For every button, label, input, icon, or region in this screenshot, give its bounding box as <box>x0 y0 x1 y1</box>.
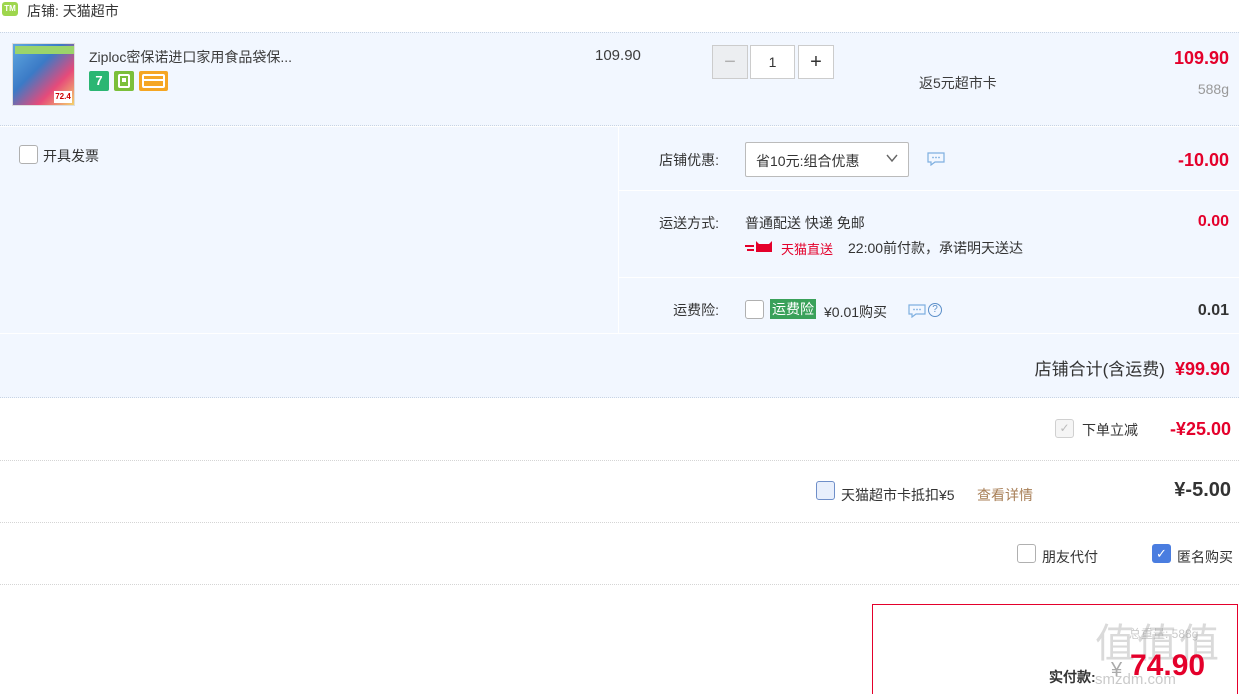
order-reduction-amount: -¥25.00 <box>1169 419 1231 439</box>
watermark-url: smzdm.com <box>1095 671 1176 688</box>
order-options-panel: 开具发票 店铺优惠: 省10元:组合优惠 -10.00 运送方式: 普通配送 快… <box>0 127 1239 398</box>
friend-pay-checkbox[interactable] <box>1017 544 1036 563</box>
tmall-shop-icon: TM <box>2 2 18 16</box>
supermarket-card-checkbox[interactable] <box>816 481 835 500</box>
shop-discount-value: 省10元:组合优惠 <box>756 153 860 169</box>
tmall-cat-icon <box>745 241 772 252</box>
shop-total: 店铺合计(含运费) ¥99.90 <box>1035 355 1230 380</box>
order-details: 店铺优惠: 省10元:组合优惠 -10.00 运送方式: 普通配送 快递 免邮 … <box>618 127 1239 333</box>
shop-total-amount: ¥99.90 <box>1174 359 1230 379</box>
unit-price: 109.90 <box>595 47 641 64</box>
credit-card-icon <box>142 74 165 88</box>
item-weight: 588g <box>1197 81 1229 97</box>
divider <box>619 190 1239 191</box>
message-icon[interactable] <box>927 152 945 166</box>
product-thumbnail[interactable]: 72.4 <box>12 43 75 106</box>
shop-total-label: 店铺合计(含运费) <box>1034 360 1165 379</box>
supermarket-card-amount: ¥-5.00 <box>1174 479 1231 501</box>
shipping-amount: 0.00 <box>1197 213 1229 230</box>
tmall-direct-label: 天猫直送 <box>781 242 834 257</box>
shop-header: TM 店铺: 天猫超市 <box>0 0 1239 30</box>
supermarket-card-label[interactable]: 天猫超市卡抵扣¥5 <box>841 485 955 505</box>
shop-discount-label: 店铺优惠: <box>659 152 719 168</box>
shipping-method: 普通配送 快递 免邮 <box>745 215 865 231</box>
item-subtotal: 109.90 <box>1173 48 1229 68</box>
checkout-page: TM 店铺: 天猫超市 72.4 Ziploc密保诺进口家用食品袋保... 7 … <box>0 0 1239 694</box>
supermarket-card-row: 天猫超市卡抵扣¥5 查看详情 ¥-5.00 <box>0 461 1239 523</box>
divider <box>0 333 1239 334</box>
pay-label: 实付款: <box>1049 669 1096 685</box>
order-reduction-checkbox: ✓ <box>1055 419 1074 438</box>
message-icon[interactable] <box>908 304 926 318</box>
anonymous-checkbox[interactable]: ✓ <box>1152 544 1171 563</box>
thumbnail-price: 72.4 <box>54 91 72 103</box>
invoice-checkbox[interactable] <box>19 145 38 164</box>
divider <box>619 277 1239 278</box>
thumbnail-banner <box>15 46 74 54</box>
insurance-label: 运费险: <box>673 302 719 318</box>
seven-day-return-icon[interactable]: 7 <box>89 71 109 91</box>
anonymous-label[interactable]: 匿名购买 <box>1177 547 1233 567</box>
chevron-down-icon <box>886 154 898 163</box>
total-weight: 总重量: 588g <box>1129 627 1199 641</box>
guarantee-icon[interactable] <box>114 71 134 91</box>
payment-summary-box: 值值值 总重量: 588g 实付款: ¥ 74.90 smzdm.com <box>872 604 1238 694</box>
insurance-checkbox[interactable] <box>745 300 764 319</box>
friend-pay-label[interactable]: 朋友代付 <box>1042 547 1098 567</box>
invoice-label[interactable]: 开具发票 <box>43 146 99 166</box>
card-payment-icon[interactable] <box>139 71 168 91</box>
order-reduction-row: ✓ 下单立减 -¥25.00 <box>0 399 1239 461</box>
shop-discount-amount: -10.00 <box>1177 150 1229 170</box>
insurance-tag: 运费险 <box>770 299 816 319</box>
cart-item-row: 72.4 Ziploc密保诺进口家用食品袋保... 7 109.90 − 1 +… <box>0 32 1239 126</box>
decrease-quantity-button[interactable]: − <box>712 45 748 79</box>
view-details-link[interactable]: 查看详情 <box>977 485 1033 505</box>
order-reduction-label: 下单立减 <box>1082 422 1138 438</box>
shipping-label: 运送方式: <box>659 215 719 231</box>
rebate-note: 返5元超市卡 <box>919 75 997 91</box>
insurance-amount: 0.01 <box>1197 302 1229 319</box>
shop-name[interactable]: 店铺: 天猫超市 <box>27 1 119 21</box>
help-icon[interactable]: ? <box>928 303 942 317</box>
purchase-options-row: 朋友代付 ✓ 匿名购买 <box>0 523 1239 585</box>
shield-icon <box>118 74 130 88</box>
shop-discount-select[interactable]: 省10元:组合优惠 <box>745 142 909 177</box>
insurance-price: ¥0.01购买 <box>824 304 888 320</box>
quantity-input[interactable]: 1 <box>750 45 795 79</box>
product-title-link[interactable]: Ziploc密保诺进口家用食品袋保... <box>89 47 292 67</box>
increase-quantity-button[interactable]: + <box>798 45 834 79</box>
delivery-promise: 22:00前付款，承诺明天送达 <box>848 240 1024 256</box>
invoice-section: 开具发票 <box>0 127 618 333</box>
